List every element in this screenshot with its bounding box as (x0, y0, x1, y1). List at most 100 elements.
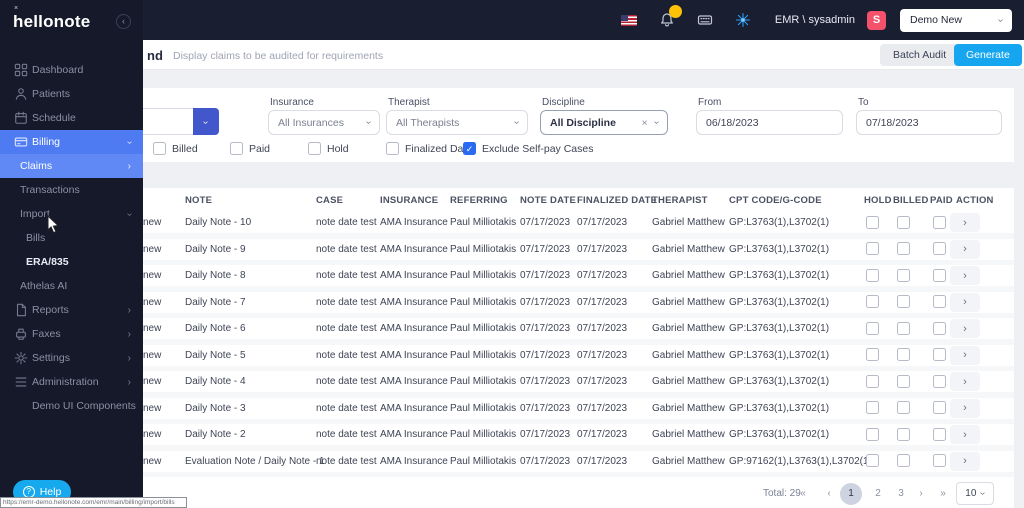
checkbox-checked-icon[interactable] (463, 142, 476, 155)
row-action-button[interactable]: › (950, 213, 980, 232)
page-button-2[interactable]: 2 (868, 484, 888, 504)
sidebar-item-schedule[interactable]: Schedule (0, 106, 143, 130)
batch-audit-button[interactable]: Batch Audit (880, 44, 959, 66)
row-action-button[interactable]: › (950, 293, 980, 312)
billed-checkbox[interactable] (897, 454, 910, 467)
billed-checkbox[interactable] (897, 401, 910, 414)
billed-checkbox[interactable] (897, 269, 910, 282)
sidebar-collapse-icon[interactable]: ‹ (116, 14, 131, 29)
generate-button[interactable]: Generate (954, 44, 1022, 66)
sidebar-item-settings[interactable]: Settings› (0, 346, 143, 370)
paid-checkbox[interactable] (933, 375, 946, 388)
insurance-select[interactable]: All Insurances › (268, 110, 380, 135)
us-flag-icon[interactable] (621, 15, 637, 26)
avatar[interactable]: S (867, 11, 886, 30)
first-page-icon[interactable]: « (793, 484, 813, 504)
note-cell[interactable]: Daily Note - 10 (185, 217, 251, 228)
hold-checkbox[interactable] (866, 428, 879, 441)
billed-filter-checkbox[interactable]: Billed (153, 142, 198, 155)
checkbox-unchecked-icon[interactable] (153, 142, 166, 155)
paid-filter-checkbox[interactable]: Paid (230, 142, 270, 155)
keyboard-icon[interactable] (697, 12, 713, 28)
sidebar-item-dashboard[interactable]: Dashboard (0, 58, 143, 82)
sidebar-item-era-835[interactable]: ERA/835 (0, 250, 143, 274)
paid-checkbox[interactable] (933, 269, 946, 282)
sidebar-item-claims[interactable]: Claims› (0, 154, 143, 178)
page-button-3[interactable]: 3 (891, 484, 911, 504)
row-action-button[interactable]: › (950, 372, 980, 391)
sidebar-item-demo-ui-components[interactable]: Demo UI Components (0, 394, 143, 418)
sidebar-item-administration[interactable]: Administration› (0, 370, 143, 394)
billed-checkbox[interactable] (897, 322, 910, 335)
billed-checkbox[interactable] (897, 348, 910, 361)
hold-checkbox[interactable] (866, 242, 879, 255)
row-action-button[interactable]: › (950, 240, 980, 259)
chevron-down-icon: › (201, 120, 212, 123)
row-action-button[interactable]: › (950, 425, 980, 444)
to-date-input[interactable]: 07/18/2023 (856, 110, 1002, 135)
sidebar-item-athelas-ai[interactable]: Athelas AI (0, 274, 143, 298)
page-button-1[interactable]: 1 (840, 483, 862, 505)
note-cell[interactable]: Daily Note - 6 (185, 323, 246, 334)
hold-checkbox[interactable] (866, 295, 879, 308)
checkbox-unchecked-icon[interactable] (308, 142, 321, 155)
note-cell[interactable]: Daily Note - 8 (185, 270, 246, 281)
row-action-button[interactable]: › (950, 452, 980, 471)
hold-checkbox[interactable] (866, 216, 879, 229)
row-action-button[interactable]: › (950, 266, 980, 285)
org-select[interactable]: Demo New › (900, 9, 1012, 32)
paid-checkbox[interactable] (933, 295, 946, 308)
paid-checkbox[interactable] (933, 348, 946, 361)
hold-checkbox[interactable] (866, 375, 879, 388)
note-cell[interactable]: Daily Note - 5 (185, 350, 246, 361)
sidebar-item-billing[interactable]: Billing› (0, 130, 143, 154)
note-cell[interactable]: Daily Note - 3 (185, 403, 246, 414)
paid-checkbox[interactable] (933, 428, 946, 441)
note-cell[interactable]: Daily Note - 9 (185, 244, 246, 255)
sidebar-item-patients[interactable]: Patients (0, 82, 143, 106)
from-date-input[interactable]: 06/18/2023 (696, 110, 843, 135)
note-cell[interactable]: Evaluation Note / Daily Note - 1 (185, 456, 325, 467)
last-page-icon[interactable]: » (933, 484, 953, 504)
billed-checkbox[interactable] (897, 375, 910, 388)
checkbox-unchecked-icon[interactable] (386, 142, 399, 155)
finalized-date-filter-checkbox[interactable]: Finalized Date (386, 142, 472, 155)
row-action-button[interactable]: › (950, 346, 980, 365)
paid-checkbox[interactable] (933, 216, 946, 229)
next-page-icon[interactable]: › (911, 484, 931, 504)
notifications-bell-icon[interactable] (659, 12, 675, 28)
sidebar-item-bills[interactable]: Bills (0, 226, 143, 250)
billed-checkbox[interactable] (897, 428, 910, 441)
paid-checkbox[interactable] (933, 242, 946, 255)
paid-checkbox[interactable] (933, 322, 946, 335)
sidebar-item-reports[interactable]: Reports› (0, 298, 143, 322)
sidebar-item-transactions[interactable]: Transactions (0, 178, 143, 202)
patient-search-dropdown-button[interactable]: › (193, 108, 219, 135)
billed-checkbox[interactable] (897, 216, 910, 229)
hold-checkbox[interactable] (866, 401, 879, 414)
billed-checkbox[interactable] (897, 242, 910, 255)
hold-checkbox[interactable] (866, 269, 879, 282)
sidebar-item-import[interactable]: Import› (0, 202, 143, 226)
hold-checkbox[interactable] (866, 454, 879, 467)
page-size-select[interactable]: 10 › (956, 482, 994, 505)
clear-icon[interactable]: × (642, 117, 648, 129)
row-action-button[interactable]: › (950, 399, 980, 418)
paid-checkbox[interactable] (933, 401, 946, 414)
sparkle-icon[interactable] (735, 12, 751, 28)
row-action-button[interactable]: › (950, 319, 980, 338)
hold-checkbox[interactable] (866, 348, 879, 361)
note-cell[interactable]: Daily Note - 2 (185, 429, 246, 440)
discipline-select[interactable]: All Discipline ×› (540, 110, 668, 135)
note-cell[interactable]: Daily Note - 7 (185, 297, 246, 308)
note-cell[interactable]: Daily Note - 4 (185, 376, 246, 387)
sidebar-item-faxes[interactable]: Faxes› (0, 322, 143, 346)
checkbox-unchecked-icon[interactable] (230, 142, 243, 155)
billed-checkbox[interactable] (897, 295, 910, 308)
exclude-self-pay-cases-filter-checkbox[interactable]: Exclude Self-pay Cases (463, 142, 593, 155)
hold-checkbox[interactable] (866, 322, 879, 335)
prev-page-icon[interactable]: ‹ (819, 484, 839, 504)
hold-filter-checkbox[interactable]: Hold (308, 142, 349, 155)
therapist-select[interactable]: All Therapists › (386, 110, 528, 135)
paid-checkbox[interactable] (933, 454, 946, 467)
